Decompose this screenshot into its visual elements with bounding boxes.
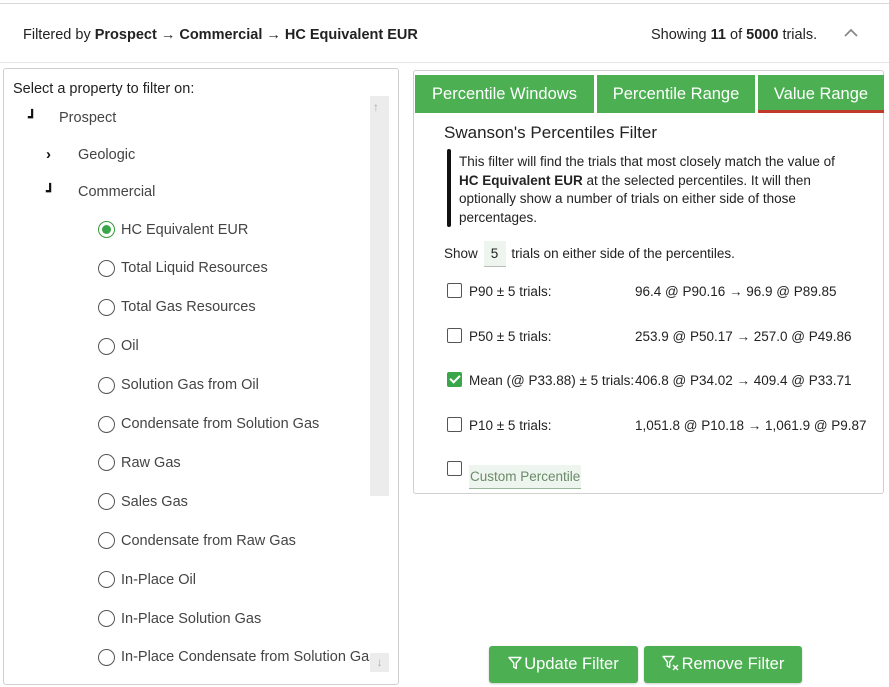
property-radio-label[interactable]: Total Liquid Resources bbox=[121, 260, 268, 276]
property-radio[interactable] bbox=[98, 221, 115, 238]
tab-value-range[interactable]: Value Range bbox=[758, 75, 884, 113]
filter-description: This filter will find the trials that mo… bbox=[459, 154, 835, 225]
property-radio-label[interactable]: HC Equivalent EUR bbox=[121, 222, 248, 238]
property-radio-label[interactable]: Sales Gas bbox=[121, 494, 188, 510]
expanded-corner-icon[interactable]: ┛ bbox=[46, 183, 54, 200]
custom-percentile-checkbox[interactable] bbox=[447, 461, 462, 476]
percentile-checkbox[interactable] bbox=[447, 416, 462, 432]
property-radio[interactable] bbox=[98, 648, 115, 666]
filter-icon bbox=[508, 656, 522, 670]
show-trials-row: Show 5 trials on either side of the perc… bbox=[444, 241, 735, 267]
tab-percentile-windows[interactable]: Percentile Windows bbox=[415, 75, 594, 113]
percentile-value-range: 253.9 @ P50.17 → 257.0 @ P49.86 bbox=[635, 328, 852, 344]
remove-filter-button[interactable]: Remove Filter bbox=[644, 646, 802, 683]
property-radio[interactable] bbox=[98, 571, 115, 589]
percentile-label: P50 ± 5 trials: bbox=[469, 328, 552, 344]
update-filter-button[interactable]: Update Filter bbox=[489, 646, 638, 683]
tree-node-commercial[interactable]: Commercial bbox=[78, 184, 155, 200]
property-radio-label[interactable]: Oil bbox=[121, 338, 139, 354]
custom-percentile-input[interactable]: Custom Percentile bbox=[469, 465, 582, 489]
showing-count-text: Showing 11 of 5000 trials. bbox=[651, 27, 818, 43]
percentile-value-range: 96.4 @ P90.16 → 96.9 @ P89.85 bbox=[635, 284, 837, 299]
filter-title: Swanson's Percentiles Filter bbox=[444, 123, 657, 142]
property-radio[interactable] bbox=[98, 532, 115, 550]
header-divider bbox=[0, 62, 889, 63]
percentile-filter-panel: Percentile Windows Percentile Range Valu… bbox=[413, 70, 884, 494]
percentile-value-range: 406.8 @ P34.02 → 409.4 @ P33.71 bbox=[635, 373, 852, 388]
property-radio-label[interactable]: Total Gas Resources bbox=[121, 299, 256, 315]
description-quote-bar bbox=[447, 149, 451, 227]
percentile-label: Mean (@ P33.88) ± 5 trials: bbox=[469, 373, 635, 388]
percentile-checkbox[interactable] bbox=[447, 283, 462, 298]
property-radio-label[interactable]: Condensate from Solution Gas bbox=[121, 416, 319, 432]
property-radio-label[interactable]: Raw Gas bbox=[121, 455, 181, 471]
percentile-label: P90 ± 5 trials: bbox=[469, 284, 552, 299]
tab-percentile-range[interactable]: Percentile Range bbox=[597, 75, 755, 113]
property-radio[interactable] bbox=[98, 376, 115, 394]
tree-node-geologic[interactable]: Geologic bbox=[78, 147, 135, 163]
property-radio-label[interactable]: In-Place Condensate from Solution Gas bbox=[121, 649, 377, 665]
filter-panel: Filtered by Prospect → Commercial → HC E… bbox=[0, 3, 889, 687]
chevron-up-icon[interactable] bbox=[842, 24, 860, 42]
chevron-right-icon[interactable]: › bbox=[46, 146, 51, 163]
percentile-value-range: 1,051.8 @ P10.18 → 1,061.9 @ P9.87 bbox=[635, 417, 867, 433]
property-radio-label[interactable]: Condensate from Raw Gas bbox=[121, 533, 296, 549]
filter-header: Filtered by Prospect → Commercial → HC E… bbox=[0, 4, 889, 64]
percentile-checkbox[interactable] bbox=[447, 372, 462, 387]
percentile-checkbox[interactable] bbox=[447, 327, 462, 343]
property-radio[interactable] bbox=[98, 454, 115, 472]
tree-scrollbar[interactable] bbox=[370, 96, 389, 496]
property-radio[interactable] bbox=[98, 337, 115, 355]
property-radio-label[interactable]: Solution Gas from Oil bbox=[121, 377, 259, 393]
property-radio-label[interactable]: In-Place Solution Gas bbox=[121, 611, 261, 627]
scroll-up-arrow-icon[interactable]: ↑ bbox=[373, 100, 379, 114]
filter-remove-icon bbox=[661, 655, 679, 671]
property-radio[interactable] bbox=[98, 610, 115, 627]
property-radio[interactable] bbox=[98, 493, 115, 511]
select-property-label: Select a property to filter on: bbox=[13, 81, 195, 97]
property-tree-panel: Select a property to filter on: ┛ Prospe… bbox=[3, 68, 399, 685]
scroll-down-arrow-icon[interactable]: ↓ bbox=[370, 653, 389, 672]
property-radio[interactable] bbox=[98, 259, 115, 277]
property-radio[interactable] bbox=[98, 298, 115, 316]
filter-path: Prospect → Commercial → HC Equivalent EU… bbox=[94, 27, 418, 43]
trials-count-input[interactable]: 5 bbox=[483, 241, 506, 267]
property-radio-label[interactable]: In-Place Oil bbox=[121, 572, 196, 588]
property-radio[interactable] bbox=[98, 415, 115, 433]
expanded-corner-icon[interactable]: ┛ bbox=[28, 109, 36, 126]
filtered-by-text: Filtered by Prospect → Commercial → HC E… bbox=[23, 27, 418, 43]
tree-node-prospect[interactable]: Prospect bbox=[59, 110, 116, 126]
percentile-label: P10 ± 5 trials: bbox=[469, 417, 552, 433]
